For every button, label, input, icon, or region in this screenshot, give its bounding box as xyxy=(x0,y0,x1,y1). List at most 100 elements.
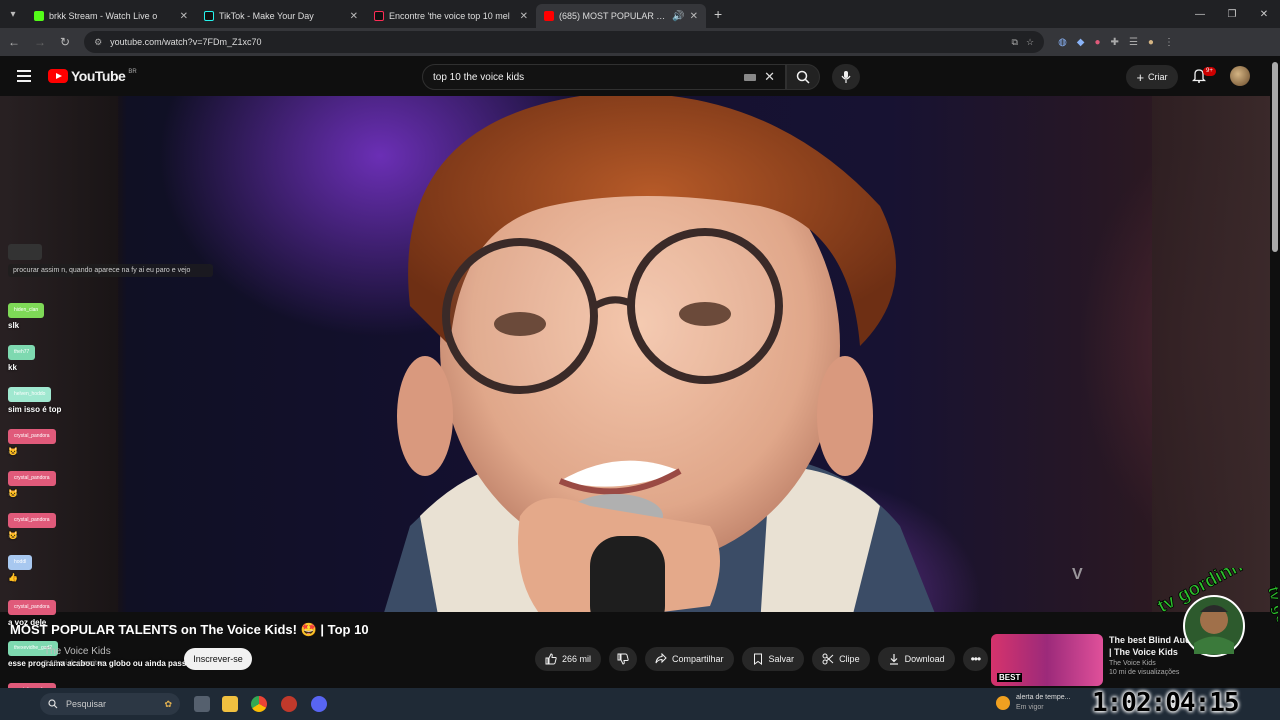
keyboard-icon[interactable] xyxy=(744,73,757,81)
site-info-icon[interactable]: ⚙ xyxy=(94,37,102,48)
logo-text: YouTube xyxy=(71,68,126,84)
extension-icon[interactable]: ◆ xyxy=(1077,37,1085,48)
forward-icon[interactable]: → xyxy=(34,35,46,49)
dislike-button[interactable] xyxy=(609,647,638,671)
browser-tab-kick[interactable]: brkk Stream - Watch Live o ✕ xyxy=(26,4,196,28)
new-tab-icon[interactable]: + xyxy=(714,6,722,22)
notifications-badge: 9+ xyxy=(1203,67,1216,76)
scrollbar-thumb[interactable] xyxy=(1272,62,1278,252)
discord-icon[interactable] xyxy=(311,696,327,712)
chat-username: crystal_pandora xyxy=(8,600,56,615)
account-avatar[interactable] xyxy=(1230,66,1250,86)
search-input[interactable]: top 10 the voice kids ✕ xyxy=(422,64,786,90)
browser-tab-youtube[interactable]: (685) MOST POPULAR TALE 🔊 ✕ xyxy=(536,4,706,28)
more-actions-button[interactable]: ••• xyxy=(962,647,989,671)
tab-title: (685) MOST POPULAR TALE xyxy=(559,11,668,21)
subscribe-button[interactable]: Inscrever-se xyxy=(184,648,252,670)
profile-icon[interactable]: ● xyxy=(1148,37,1154,48)
thumbs-down-icon xyxy=(617,653,629,665)
chat-text: sim isso é top xyxy=(8,405,62,414)
window-controls: — ❐ ✕ xyxy=(1184,0,1280,28)
chat-text: 😺 xyxy=(8,489,18,498)
chrome-menu-icon[interactable]: ⋮ xyxy=(1164,37,1174,48)
extension-icon[interactable]: ● xyxy=(1095,37,1101,48)
minimize-icon[interactable]: — xyxy=(1184,9,1216,20)
chat-text: 😺 xyxy=(8,447,18,456)
chat-text: slk xyxy=(8,321,20,330)
clip-button[interactable]: Clipe xyxy=(812,647,870,671)
close-tab-icon[interactable]: ✕ xyxy=(520,11,528,22)
tiktok-favicon-icon xyxy=(374,11,384,21)
menu-icon[interactable] xyxy=(17,70,31,82)
extensions-puzzle-icon[interactable]: ✚ xyxy=(1111,37,1119,48)
tab-search-icon[interactable]: ▾ xyxy=(0,0,26,28)
reload-icon[interactable]: ↻ xyxy=(60,35,70,49)
chat-user-badge xyxy=(8,244,42,260)
youtube-logo[interactable]: YouTube BR xyxy=(48,68,137,84)
chat-message: hoddl 👍 xyxy=(8,550,33,582)
like-count: 266 mil xyxy=(562,654,592,664)
share-icon xyxy=(655,653,667,664)
search-query[interactable]: top 10 the voice kids xyxy=(433,72,744,83)
channel-name[interactable]: The Voice Kids xyxy=(44,646,111,657)
back-icon[interactable]: ← xyxy=(8,35,20,49)
create-button[interactable]: + Criar xyxy=(1126,65,1178,89)
file-explorer-icon[interactable] xyxy=(222,696,238,712)
weather-subtitle: Em vigor xyxy=(1016,704,1044,711)
close-tab-icon[interactable]: ✕ xyxy=(350,11,358,22)
plus-icon: + xyxy=(1136,69,1145,85)
taskbar-search-placeholder: Pesquisar xyxy=(66,699,107,709)
chat-username: helven_hoddo xyxy=(8,387,52,402)
video-player[interactable]: V xyxy=(0,96,1270,612)
stream-timer: 1:02:04:15 xyxy=(1092,688,1240,718)
chat-username: crystal_pandora xyxy=(8,429,56,444)
address-bar[interactable]: ⚙ youtube.com/watch?v=7FDm_Z1xc70 ⧉ ☆ xyxy=(84,31,1045,53)
bookmark-star-icon[interactable]: ☆ xyxy=(1026,37,1034,48)
download-button[interactable]: Download xyxy=(877,647,955,671)
voice-search-button[interactable] xyxy=(832,64,860,90)
browser-tab-tiktok-search[interactable]: Encontre 'the voice top 10 mel ✕ xyxy=(366,4,536,28)
extension-icon[interactable]: ◍ xyxy=(1058,37,1067,48)
reading-list-icon[interactable]: ☰ xyxy=(1129,37,1138,48)
youtube-favicon-icon xyxy=(544,11,554,21)
video-title: MOST POPULAR TALENTS on The Voice Kids! … xyxy=(10,622,369,637)
search-icon xyxy=(48,699,58,709)
tab-title: brkk Stream - Watch Live o xyxy=(49,11,158,21)
app-icon[interactable] xyxy=(281,696,297,712)
windows-taskbar: Pesquisar ✿ alerta de tempe... Em vigor xyxy=(0,688,1280,720)
logo-text-right: tv gordinho xyxy=(1264,585,1278,675)
close-window-icon[interactable]: ✕ xyxy=(1248,9,1280,20)
url-text[interactable]: youtube.com/watch?v=7FDm_Z1xc70 xyxy=(110,37,1003,47)
weather-widget[interactable]: alerta de tempe... Em vigor xyxy=(996,693,1070,713)
streamer-logo-overlay: tv gordinho tv gordinho xyxy=(1154,568,1278,675)
recommended-thumbnail[interactable]: BEST xyxy=(991,634,1103,686)
chat-username: theh77 xyxy=(8,345,36,360)
search-highlight-icon: ✿ xyxy=(164,698,172,709)
chat-message: crystal_pandora 😺 xyxy=(8,508,56,540)
chat-username: hiden_clan xyxy=(8,303,45,318)
audio-icon[interactable]: 🔊 xyxy=(672,11,684,22)
tab-title: TikTok - Make Your Day xyxy=(219,11,314,21)
search-button[interactable] xyxy=(786,64,820,90)
install-icon[interactable]: ⧉ xyxy=(1012,37,1018,48)
save-label: Salvar xyxy=(768,654,795,664)
clear-search-icon[interactable]: ✕ xyxy=(764,69,775,85)
channel-watermark: V xyxy=(1072,566,1083,583)
kick-favicon-icon xyxy=(34,11,44,21)
close-tab-icon[interactable]: ✕ xyxy=(180,11,188,22)
clip-label: Clipe xyxy=(839,654,860,664)
browser-tab-tiktok[interactable]: TikTok - Make Your Day ✕ xyxy=(196,4,366,28)
maximize-icon[interactable]: ❐ xyxy=(1216,9,1248,20)
taskbar-search[interactable]: Pesquisar ✿ xyxy=(40,693,180,715)
chrome-icon[interactable] xyxy=(251,696,267,712)
more-icon: ••• xyxy=(970,652,982,666)
chat-text: kk xyxy=(8,363,17,372)
save-button[interactable]: Salvar xyxy=(741,647,805,671)
video-frame-singer xyxy=(384,96,935,612)
share-button[interactable]: Compartilhar xyxy=(645,647,734,671)
browser-tab-bar: ▾ brkk Stream - Watch Live o ✕ TikTok - … xyxy=(0,0,1280,28)
task-view-icon[interactable] xyxy=(194,696,210,712)
close-tab-icon[interactable]: ✕ xyxy=(690,11,698,22)
share-label: Compartilhar xyxy=(672,654,724,664)
like-button[interactable]: 266 mil xyxy=(535,647,602,671)
